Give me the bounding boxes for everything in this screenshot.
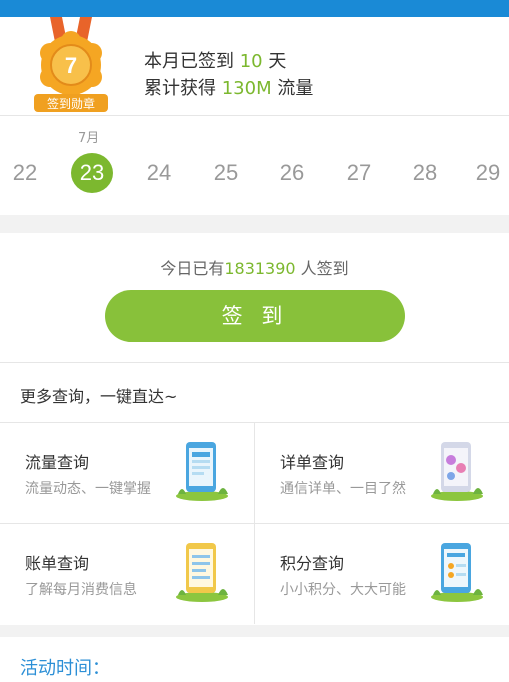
card-subtitle: 小小积分、大大可能 — [280, 582, 406, 598]
days-count: 10 — [239, 51, 263, 72]
date-item-selected[interactable]: 23 — [71, 153, 113, 193]
traffic-earned-line: 累计获得 130M 流量 — [144, 78, 314, 99]
date-item[interactable]: 27 — [338, 153, 380, 193]
checkin-summary: 7 签到勋章 本月已签到 10 天 累计获得 130M 流量 — [0, 17, 509, 116]
card-title: 流量查询 — [25, 453, 90, 472]
points-query-card[interactable]: 积分查询 小小积分、大大可能 — [255, 524, 509, 624]
medal-label: 签到勋章 — [47, 96, 95, 111]
divider — [0, 362, 509, 363]
detail-query-card[interactable]: 详单查询 通信详单、一目了然 — [255, 423, 509, 523]
card-subtitle: 通信详单、一目了然 — [280, 481, 406, 497]
divider — [0, 115, 509, 116]
date-item[interactable]: 28 — [404, 153, 446, 193]
monthly-days-line: 本月已签到 10 天 — [144, 51, 287, 72]
date-item[interactable]: 24 — [138, 153, 180, 193]
phone-points-icon — [431, 543, 483, 602]
card-title: 积分查询 — [280, 554, 345, 573]
phone-bill-icon — [176, 543, 228, 602]
bill-query-card[interactable]: 账单查询 了解每月消费信息 — [0, 524, 254, 624]
activity-time-heading: 活动时间： — [20, 658, 110, 679]
date-item[interactable]: 29 — [467, 153, 509, 193]
medal-badge-icon: 7 签到勋章 — [34, 17, 108, 112]
svg-text:7: 7 — [65, 53, 77, 78]
date-item[interactable]: 22 — [4, 153, 46, 193]
card-subtitle: 了解每月消费信息 — [25, 582, 137, 598]
grid-divider — [0, 523, 509, 524]
section-gap — [0, 215, 509, 233]
phone-chart-icon — [176, 442, 228, 501]
phone-bubbles-icon — [431, 442, 483, 501]
card-title: 账单查询 — [25, 554, 90, 573]
traffic-query-card[interactable]: 流量查询 流量动态、一键掌握 — [0, 423, 254, 523]
date-strip[interactable]: 22 23 24 25 26 27 28 29 — [0, 153, 509, 193]
top-bar — [0, 0, 509, 17]
section-gap — [0, 625, 509, 637]
checkin-button[interactable]: 签 到 — [105, 290, 405, 342]
card-subtitle: 流量动态、一键掌握 — [25, 481, 151, 497]
today-checkin-count: 今日已有1831390 人签到 — [160, 259, 349, 278]
more-queries-heading: 更多查询，一键直达~ — [20, 387, 178, 406]
date-item[interactable]: 25 — [205, 153, 247, 193]
card-title: 详单查询 — [280, 453, 345, 472]
traffic-amount: 130M — [221, 78, 272, 99]
month-label: 7月 — [78, 131, 100, 146]
query-grid: 流量查询 流量动态、一键掌握 详单查询 通信详单、一目了然 账单查询 了解每月消… — [0, 423, 509, 624]
date-item[interactable]: 26 — [271, 153, 313, 193]
checkin-count: 1831390 — [224, 259, 296, 278]
